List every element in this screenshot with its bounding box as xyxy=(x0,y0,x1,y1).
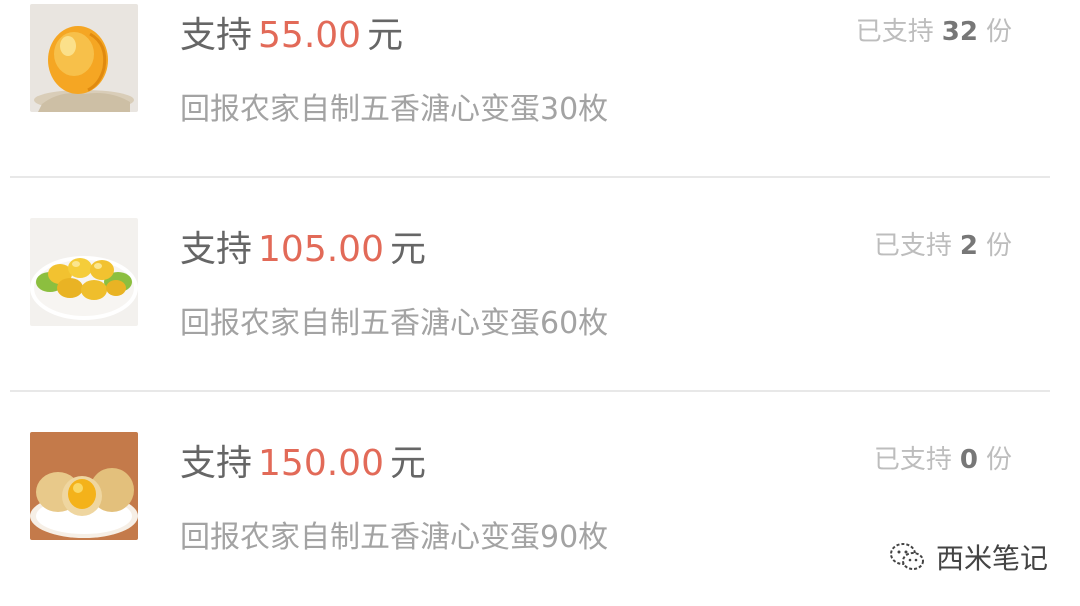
price-line: 支持 150.00 元 xyxy=(180,442,426,486)
reward-amount: 150.00 xyxy=(258,443,384,484)
backers-prefix: 已支持 xyxy=(873,231,952,261)
backers-suffix: 份 xyxy=(985,17,1012,47)
egg-halves-image xyxy=(30,432,138,540)
currency-unit: 元 xyxy=(389,443,426,484)
reward-list: 支持 55.00 元 已支持 32 份 回报农家自制五香溏心变蛋30枚 支持 1… xyxy=(0,0,1080,605)
divider xyxy=(10,176,1050,178)
reward-description: 回报农家自制五香溏心变蛋30枚 xyxy=(180,92,609,127)
support-prefix: 支持 xyxy=(180,229,253,270)
egg-yolk-image xyxy=(30,4,138,112)
wechat-icon xyxy=(889,543,924,570)
backers-number: 32 xyxy=(941,17,978,47)
backers-suffix: 份 xyxy=(985,445,1012,475)
backers-prefix: 已支持 xyxy=(855,17,934,47)
price-line: 支持 55.00 元 xyxy=(180,14,403,58)
reward-item[interactable]: 支持 55.00 元 已支持 32 份 回报农家自制五香溏心变蛋30枚 xyxy=(0,0,1080,178)
backers-prefix: 已支持 xyxy=(873,445,952,475)
currency-unit: 元 xyxy=(389,229,426,270)
price-line: 支持 105.00 元 xyxy=(180,228,426,272)
watermark-text: 西米笔记 xyxy=(935,542,1048,575)
backers-suffix: 份 xyxy=(985,231,1012,261)
currency-unit: 元 xyxy=(367,15,404,56)
reward-amount: 105.00 xyxy=(258,229,384,270)
backers-number: 0 xyxy=(959,445,978,475)
reward-item[interactable]: 支持 105.00 元 已支持 2 份 回报农家自制五香溏心变蛋60枚 xyxy=(0,178,1080,392)
backers-count: 已支持 2 份 xyxy=(874,228,1012,264)
watermark: 西米笔记 xyxy=(888,537,1048,577)
reward-amount: 55.00 xyxy=(258,15,362,56)
support-prefix: 支持 xyxy=(180,15,253,56)
reward-description: 回报农家自制五香溏心变蛋90枚 xyxy=(180,520,609,555)
backers-count: 已支持 0 份 xyxy=(874,442,1012,478)
reward-description: 回报农家自制五香溏心变蛋60枚 xyxy=(180,306,609,341)
backers-count: 已支持 32 份 xyxy=(856,14,1012,50)
support-prefix: 支持 xyxy=(180,443,253,484)
egg-plate-image xyxy=(30,218,138,326)
divider xyxy=(10,390,1050,392)
backers-number: 2 xyxy=(959,231,978,261)
